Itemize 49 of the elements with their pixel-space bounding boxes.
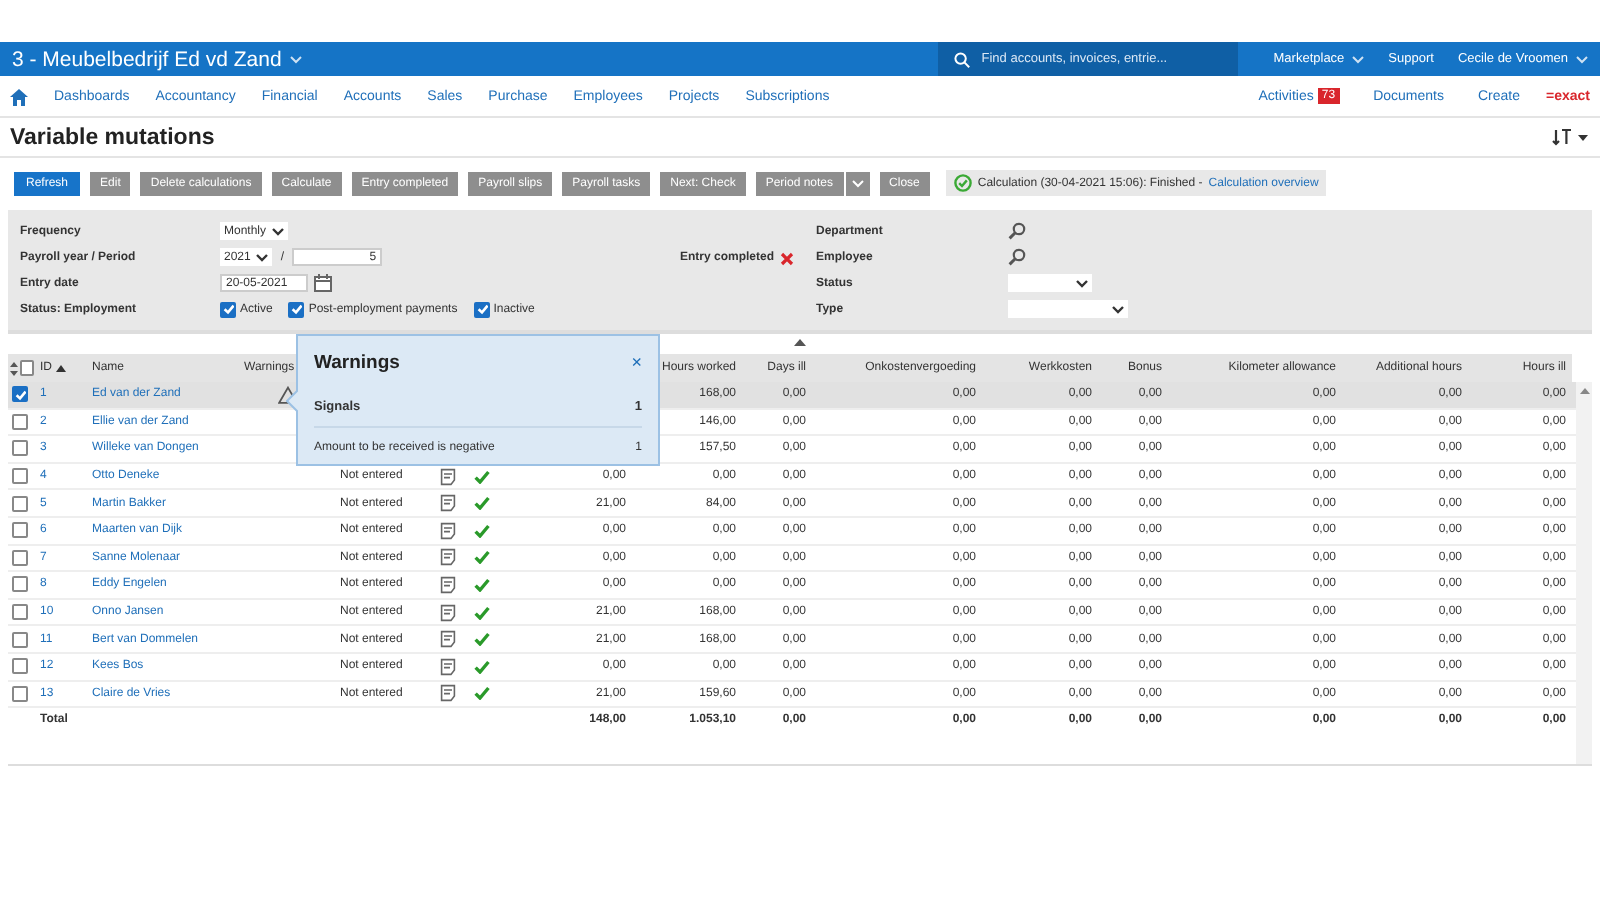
note-icon[interactable] xyxy=(439,630,455,649)
note-icon[interactable] xyxy=(439,494,455,513)
close-button[interactable]: × xyxy=(631,352,642,372)
calendar-icon[interactable] xyxy=(314,274,332,292)
search-icon[interactable] xyxy=(1008,248,1026,266)
chevron-down-icon xyxy=(272,227,285,235)
search-icon[interactable] xyxy=(1008,222,1026,240)
chevron-down-icon xyxy=(256,253,269,261)
checkbox[interactable] xyxy=(19,360,34,376)
note-icon[interactable] xyxy=(439,684,455,703)
row-checkbox[interactable] xyxy=(12,549,28,566)
row-checkbox[interactable] xyxy=(12,468,28,485)
row-checkbox[interactable] xyxy=(12,495,28,512)
popup-title: Warnings xyxy=(314,351,400,373)
row-checkbox[interactable] xyxy=(12,386,28,403)
warning-icon[interactable] xyxy=(278,385,298,404)
note-icon[interactable] xyxy=(439,603,455,622)
dropdown-button[interactable] xyxy=(845,171,870,195)
note-icon[interactable] xyxy=(439,467,455,486)
page-title: Variable mutations xyxy=(10,125,215,149)
checkbox[interactable] xyxy=(288,301,305,317)
note-icon[interactable] xyxy=(439,657,455,676)
chevron-down-icon xyxy=(1112,305,1124,313)
chevron-down-icon xyxy=(1076,279,1088,287)
caret-icon xyxy=(289,55,302,63)
search-icon xyxy=(953,51,970,67)
scroll-up-icon[interactable] xyxy=(1579,388,1589,394)
chevron-down-icon xyxy=(851,179,864,187)
row-checkbox[interactable] xyxy=(12,576,28,593)
note-icon[interactable] xyxy=(439,521,455,540)
company-name[interactable]: 3 - Meubelbedrijf Ed vd Zand xyxy=(12,47,282,71)
sort-icon xyxy=(56,364,66,372)
checkbox[interactable] xyxy=(473,301,490,317)
collapse-icon[interactable] xyxy=(794,338,806,346)
caret-icon[interactable] xyxy=(1578,133,1588,141)
row-checkbox[interactable] xyxy=(12,440,28,457)
row-checkbox[interactable] xyxy=(12,522,28,539)
row-checkbox[interactable] xyxy=(12,685,28,702)
check-circle-icon xyxy=(953,174,972,192)
checkbox[interactable] xyxy=(220,301,236,317)
row-checkbox[interactable] xyxy=(12,658,28,675)
row-checkbox[interactable] xyxy=(12,604,28,621)
row-checkbox[interactable] xyxy=(12,631,28,648)
sort-icon[interactable] xyxy=(1552,128,1572,146)
note-icon[interactable] xyxy=(439,548,455,567)
row-checkbox[interactable] xyxy=(12,413,28,430)
home-icon[interactable] xyxy=(10,87,28,105)
note-icon[interactable] xyxy=(439,575,455,594)
scrollbar[interactable] xyxy=(1576,382,1592,764)
